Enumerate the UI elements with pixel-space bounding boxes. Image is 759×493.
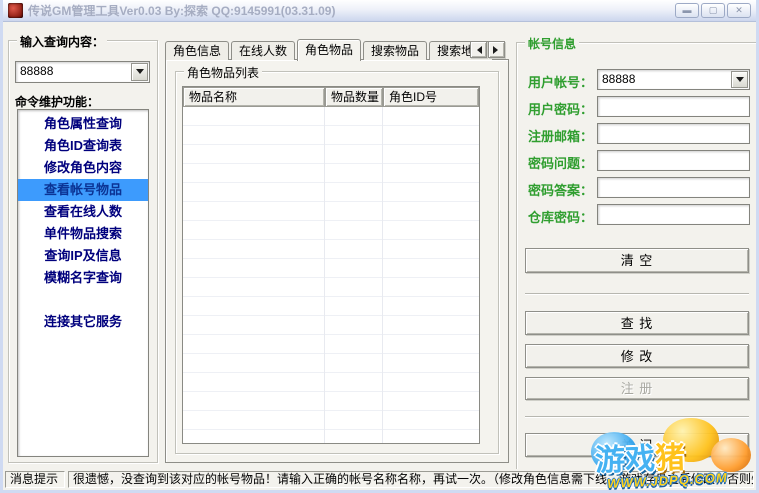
close-button[interactable]: ✕ <box>727 3 751 18</box>
field-row-question: 密码问题： <box>521 150 750 172</box>
window-title: 传说GM管理工具Ver0.03 By:探索 QQ:9145991(03.31.0… <box>28 2 670 19</box>
maximize-button[interactable]: ▢ <box>701 3 725 18</box>
tab-strip: 角色信息 在线人数 角色物品 搜索物品 搜索地址 <box>165 38 509 60</box>
maintenance-label: 命令维护功能： <box>15 93 99 110</box>
field-row-account: 用户帐号： 88888 <box>521 69 750 91</box>
field-row-answer: 密码答案： <box>521 177 750 199</box>
app-window: 传说GM管理工具Ver0.03 By:探索 QQ:9145991(03.31.0… <box>0 0 759 493</box>
arrow-right-icon <box>493 46 502 54</box>
account-combo-value: 88888 <box>602 72 635 86</box>
minimize-button[interactable]: ▬ <box>675 3 699 18</box>
warehouse-label: 仓库密码： <box>521 207 593 226</box>
menu-item-connect-other-server[interactable]: 连接其它服务 <box>18 311 148 333</box>
chevron-down-icon <box>136 69 144 78</box>
password-field[interactable] <box>597 96 750 117</box>
tab-online-count[interactable]: 在线人数 <box>231 41 295 60</box>
separator <box>525 416 749 418</box>
question-label: 密码问题： <box>521 153 593 172</box>
tab-scroll-buttons <box>470 41 505 58</box>
query-combobox[interactable]: 88888 <box>15 61 150 83</box>
register-button[interactable]: 注 册 <box>525 377 749 400</box>
modify-button[interactable]: 修 改 <box>525 344 749 368</box>
question-field[interactable] <box>597 150 750 171</box>
item-table: 物品名称 物品数量 角色ID号 <box>182 86 480 444</box>
account-label: 用户帐号： <box>521 72 593 91</box>
command-listbox: 角色属性查询 角色ID查询表 修改角色内容 查看帐号物品 查看在线人数 单件物品… <box>17 109 149 457</box>
column-header-role-id[interactable]: 角色ID号 <box>383 87 479 107</box>
menu-item-view-online-count[interactable]: 查看在线人数 <box>18 201 148 223</box>
tab-scroll-left-button[interactable] <box>470 41 487 58</box>
column-header-item-qty[interactable]: 物品数量 <box>325 87 383 107</box>
tab-role-items[interactable]: 角色物品 <box>297 39 361 61</box>
account-groupbox: 帐号信息 用户帐号： 88888 用户密码： 注册邮箱： 密码问题： 密码答案： <box>516 42 758 470</box>
menu-item-query-ip-info[interactable]: 查询IP及信息 <box>18 245 148 267</box>
title-bar: 传说GM管理工具Ver0.03 By:探索 QQ:9145991(03.31.0… <box>3 0 756 22</box>
account-group-label: 帐号信息 <box>525 35 579 52</box>
find-button[interactable]: 查 找 <box>525 311 749 335</box>
answer-label: 密码答案： <box>521 180 593 199</box>
account-combobox[interactable]: 88888 <box>597 69 750 90</box>
field-row-password: 用户密码： <box>521 96 750 118</box>
field-row-email: 注册邮箱： <box>521 123 750 145</box>
answer-field[interactable] <box>597 177 750 198</box>
tab-control: 角色信息 在线人数 角色物品 搜索物品 搜索地址 角色物品列表 物品名称 物品数… <box>165 38 509 463</box>
chevron-down-icon <box>736 77 744 86</box>
status-bar: 消息提示 很遗憾，没查询到该对应的帐号物品！请输入正确的帐号名称名称，再试一次。… <box>3 469 756 490</box>
tab-role-info[interactable]: 角色信息 <box>165 41 229 60</box>
item-table-header: 物品名称 物品数量 角色ID号 <box>183 87 479 107</box>
item-list-groupbox: 角色物品列表 物品名称 物品数量 角色ID号 <box>175 71 499 454</box>
arrow-left-icon <box>473 46 482 54</box>
tab-panel-role-items: 角色物品列表 物品名称 物品数量 角色ID号 <box>165 59 509 463</box>
query-combo-dropdown-button[interactable] <box>131 63 148 81</box>
query-group-label: 输入查询内容： <box>17 33 107 50</box>
account-combo-dropdown-button[interactable] <box>731 71 748 88</box>
tab-scroll-right-button[interactable] <box>488 41 505 58</box>
clear-button[interactable]: 清 空 <box>525 248 749 273</box>
menu-item-single-item-search[interactable]: 单件物品搜索 <box>18 223 148 245</box>
item-table-body[interactable] <box>183 107 479 443</box>
email-label: 注册邮箱： <box>521 126 593 145</box>
status-label: 消息提示 <box>5 471 65 488</box>
app-icon <box>8 3 23 18</box>
query-combo-value: 88888 <box>20 64 53 78</box>
status-message: 很遗憾，没查询到该对应的帐号物品！请输入正确的帐号名称名称，再试一次。（修改角色… <box>68 471 754 488</box>
menu-item-blank <box>18 289 148 311</box>
email-field[interactable] <box>597 123 750 144</box>
field-row-warehouse: 仓库密码： <box>521 204 750 226</box>
menu-item-role-id-table[interactable]: 角色ID查询表 <box>18 135 148 157</box>
column-header-item-name[interactable]: 物品名称 <box>183 87 325 107</box>
separator <box>525 293 749 295</box>
warehouse-field[interactable] <box>597 204 750 225</box>
tab-search-items[interactable]: 搜索物品 <box>363 41 427 60</box>
menu-item-role-attr-query[interactable]: 角色属性查询 <box>18 113 148 135</box>
close-window-button[interactable]: 关 闭 <box>525 433 749 457</box>
menu-item-fuzzy-name-query[interactable]: 模糊名字查询 <box>18 267 148 289</box>
menu-item-modify-role[interactable]: 修改角色内容 <box>18 157 148 179</box>
query-groupbox: 输入查询内容： 88888 命令维护功能： 角色属性查询 角色ID查询表 修改角… <box>8 40 158 463</box>
menu-item-view-account-items[interactable]: 查看帐号物品 <box>18 179 148 201</box>
item-list-group-label: 角色物品列表 <box>184 64 262 81</box>
window-controls: ▬ ▢ ✕ <box>675 3 751 18</box>
password-label: 用户密码： <box>521 99 593 118</box>
